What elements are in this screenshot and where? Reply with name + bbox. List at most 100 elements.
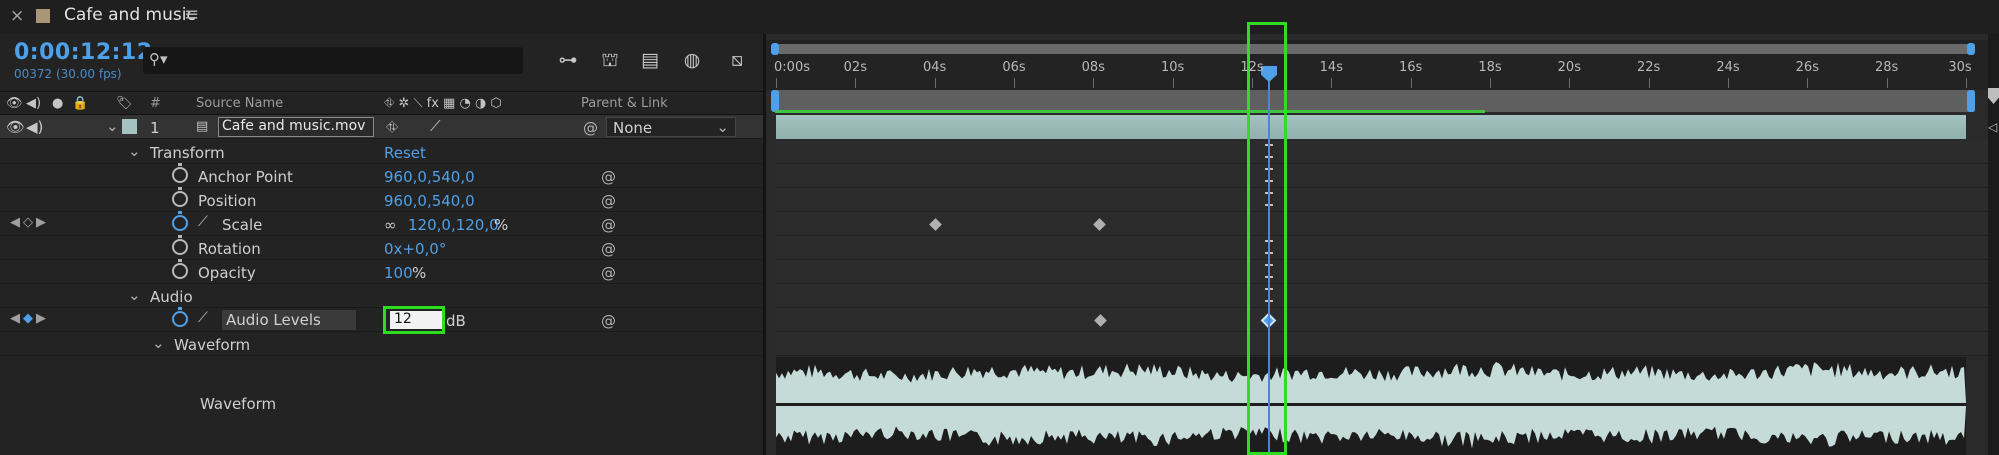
- work-area-start-handle[interactable]: [771, 90, 779, 112]
- pickwhip-icon[interactable]: @: [601, 312, 616, 330]
- frame-blending-icon[interactable]: ▤: [637, 47, 663, 73]
- graph-editor-icon[interactable]: ⧅: [724, 47, 750, 73]
- position-row: Position 960,0,540,0 @: [0, 187, 763, 212]
- layer-number: 1: [150, 119, 160, 137]
- chevron-down-icon[interactable]: ⌄: [152, 334, 165, 352]
- search-input[interactable]: ⚲▾: [143, 47, 523, 74]
- ruler-tick-label: 12s: [1240, 60, 1264, 75]
- parent-select[interactable]: None ⌄: [606, 117, 736, 137]
- timeline-row: [776, 212, 1988, 236]
- keyframe-navigator[interactable]: ◀◇▶: [10, 215, 49, 230]
- timeline-row: [776, 284, 1988, 308]
- anchor-point-value[interactable]: 960,0,540,0: [384, 168, 475, 186]
- ruler-tick: [1014, 78, 1015, 88]
- time-navigator[interactable]: [775, 44, 1975, 54]
- audio-toggle-icon[interactable]: ◀): [26, 118, 43, 136]
- audio-column-icon[interactable]: ◀): [26, 96, 41, 111]
- chevron-down-icon[interactable]: ⌄: [128, 142, 141, 160]
- composition-flowchart-icon[interactable]: ⊶: [555, 47, 581, 73]
- layer-duration-bar[interactable]: [776, 115, 1966, 139]
- pickwhip-icon[interactable]: @: [601, 192, 616, 210]
- search-icon: ⚲▾: [149, 50, 168, 68]
- source-name-column[interactable]: Source Name: [196, 96, 283, 111]
- chevron-down-icon[interactable]: ⌄: [106, 117, 119, 135]
- shy-switch-icon[interactable]: ⛗: [386, 118, 398, 136]
- label-column-icon[interactable]: 🏷: [116, 96, 133, 111]
- transform-reset-link[interactable]: Reset: [384, 144, 426, 162]
- pickwhip-icon[interactable]: @: [601, 168, 616, 186]
- pickwhip-icon[interactable]: @: [601, 264, 616, 282]
- panel-menu-icon[interactable]: ≡: [184, 4, 199, 25]
- graph-icon[interactable]: ⟋: [198, 310, 208, 326]
- ruler-tick: [1093, 78, 1095, 88]
- eye-column-icon[interactable]: 👁: [6, 96, 23, 111]
- anchor-point-label: Anchor Point: [198, 168, 293, 186]
- lock-column-icon[interactable]: 🔒: [72, 96, 88, 111]
- switches-column-icons: ⛗ ✲ ⟍ fx ▦ ◔ ◑ ⬡: [384, 96, 502, 111]
- comp-marker-bin-icon[interactable]: [1988, 88, 1999, 104]
- stopwatch-icon[interactable]: [172, 259, 188, 279]
- transform-group-row[interactable]: ⌄ Transform Reset: [0, 140, 763, 164]
- rotation-value[interactable]: 0x+0,0°: [384, 240, 446, 258]
- stopwatch-icon[interactable]: [172, 307, 188, 327]
- quality-switch-icon[interactable]: ⟋: [430, 117, 441, 135]
- pickwhip-icon[interactable]: @: [583, 119, 598, 137]
- scale-value[interactable]: 120,0,120,0: [408, 216, 499, 234]
- lock-icon[interactable]: ◁: [1988, 120, 1997, 134]
- ruler-tick-label: 14s: [1319, 60, 1343, 75]
- position-value[interactable]: 960,0,540,0: [384, 192, 475, 210]
- ruler-tick: [934, 78, 936, 88]
- motion-blur-icon[interactable]: ◍: [679, 47, 705, 73]
- ruler-tick-label: 0:00s: [774, 60, 810, 75]
- work-area-bar[interactable]: [775, 90, 1975, 112]
- stopwatch-icon[interactable]: [172, 163, 188, 183]
- waveform-row: Waveform: [0, 357, 763, 455]
- parent-link-column[interactable]: Parent & Link: [581, 96, 668, 111]
- ruler-tick: [1490, 78, 1491, 88]
- timeline-row: [776, 308, 1988, 332]
- scale-row: ◀◇▶ ⟋ Scale ∞ 120,0,120,0 % @: [0, 211, 763, 236]
- audio-waveform: [776, 357, 1966, 455]
- ruler-tick: [1886, 78, 1888, 88]
- chevron-down-icon: ⌄: [716, 118, 729, 136]
- ruler-tick-label: 28s: [1874, 60, 1899, 75]
- constrain-proportions-icon[interactable]: ∞: [384, 216, 397, 234]
- keyframe-navigator[interactable]: ◀◆▶: [10, 311, 49, 326]
- close-icon[interactable]: ×: [10, 6, 24, 26]
- footage-icon: ▤: [196, 119, 209, 134]
- draft-3d-icon[interactable]: ⛫: [597, 47, 623, 73]
- stopwatch-icon[interactable]: [172, 187, 188, 207]
- frame-count: 00372 (30.00 fps): [14, 67, 122, 81]
- ruler-tick-label: 22s: [1636, 60, 1661, 75]
- navigator-start-handle[interactable]: [771, 43, 779, 55]
- ruler-tick: [776, 78, 777, 88]
- audio-levels-highlight: [383, 306, 445, 334]
- pickwhip-icon[interactable]: @: [601, 216, 616, 234]
- timeline-side-strip: ◁: [1988, 34, 1999, 455]
- navigator-end-handle[interactable]: [1967, 43, 1975, 55]
- waveform-graphic: [776, 362, 1966, 449]
- layer-label-swatch[interactable]: [122, 119, 137, 134]
- graph-icon[interactable]: ⟋: [198, 214, 208, 230]
- timeline-row: [776, 260, 1988, 284]
- work-area-end-handle[interactable]: [1967, 90, 1975, 112]
- layer-name-field[interactable]: Cafe and music.mov: [218, 117, 374, 137]
- ruler-tick-label: 16s: [1398, 60, 1423, 75]
- layer-row[interactable]: 👁 ◀) ⌄ 1 ▤ Cafe and music.mov ⛗ ⟋ @ None…: [0, 115, 763, 139]
- current-time-display[interactable]: 0:00:12:12: [14, 40, 153, 65]
- composition-tab[interactable]: × Cafe and music ≡: [0, 0, 1999, 34]
- timeline-row: [776, 188, 1988, 212]
- audio-levels-unit: dB: [446, 312, 466, 330]
- pickwhip-icon[interactable]: @: [601, 240, 616, 258]
- stopwatch-icon[interactable]: [172, 235, 188, 255]
- waveform-group-row[interactable]: ⌄ Waveform: [0, 332, 763, 356]
- position-label: Position: [198, 192, 257, 210]
- scale-label: Scale: [222, 216, 263, 234]
- visibility-icon[interactable]: 👁: [6, 118, 25, 136]
- stopwatch-icon[interactable]: [172, 211, 188, 231]
- solo-column-icon[interactable]: ●: [52, 96, 63, 111]
- audio-group-row[interactable]: ⌄ Audio: [0, 284, 763, 308]
- render-preview-bar: [775, 110, 1485, 113]
- opacity-value[interactable]: 100: [384, 264, 413, 282]
- chevron-down-icon[interactable]: ⌄: [128, 286, 141, 304]
